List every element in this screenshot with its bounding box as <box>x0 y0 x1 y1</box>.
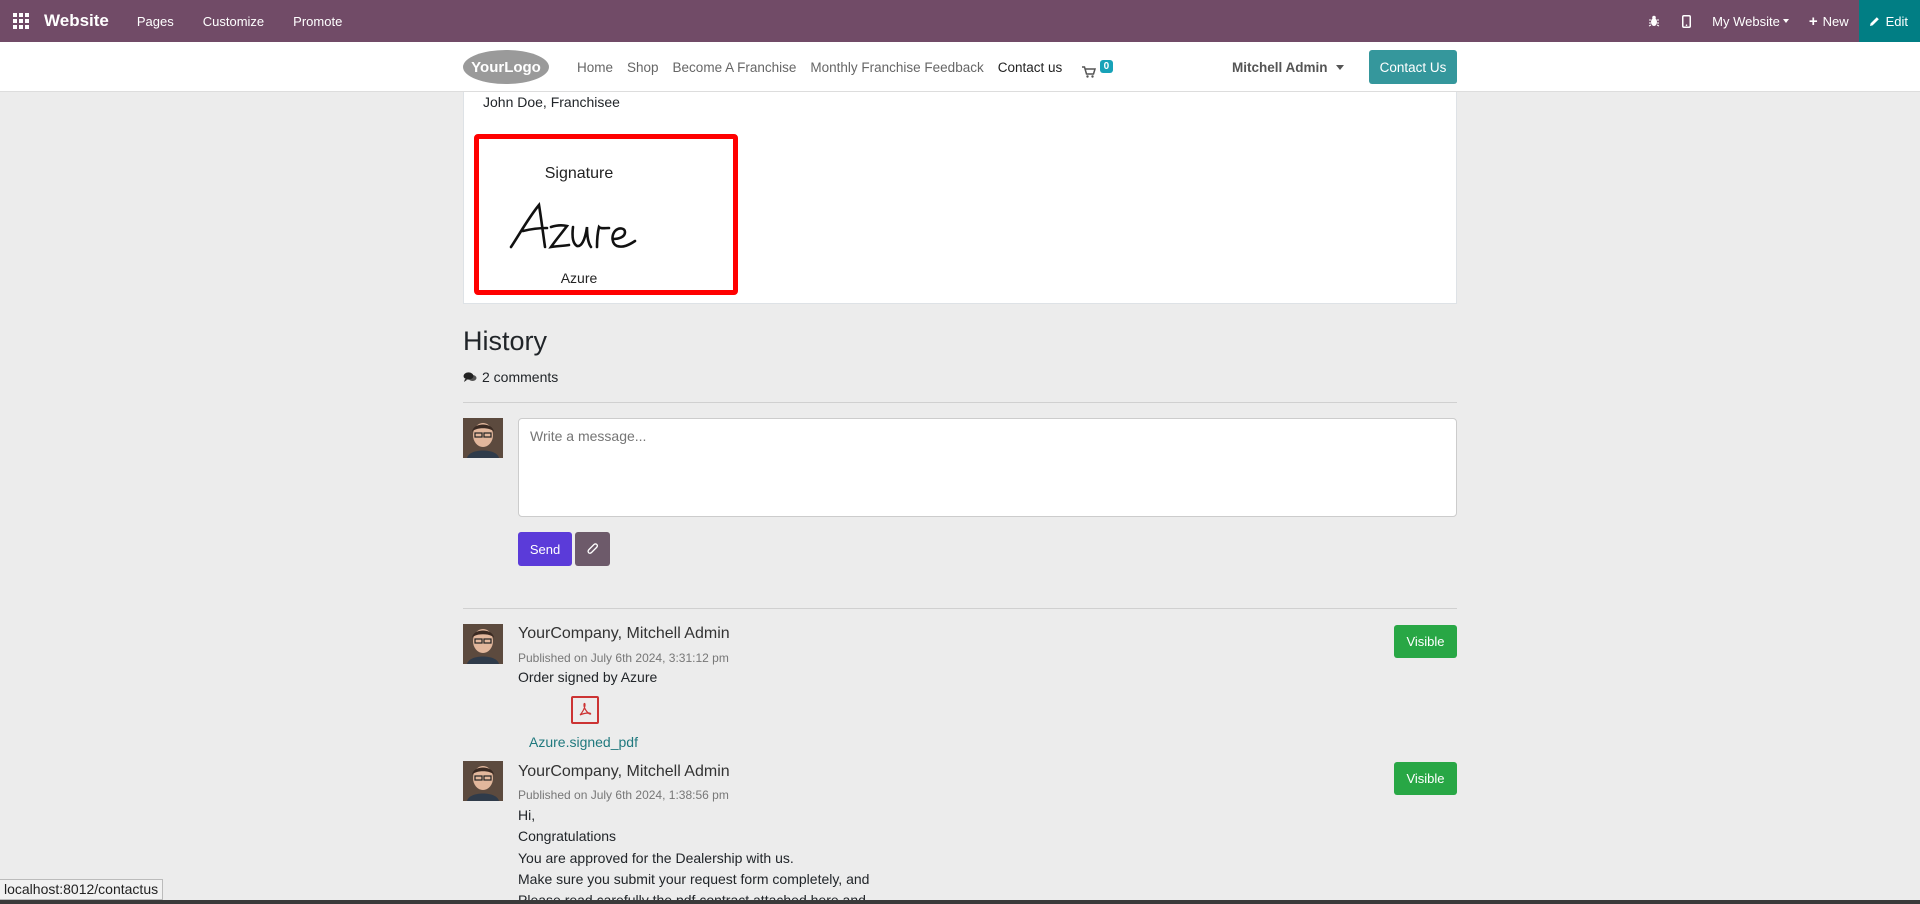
chevron-down-icon <box>1335 64 1344 70</box>
comments-icon <box>463 371 477 382</box>
nav-monthly-franchise-feedback[interactable]: Monthly Franchise Feedback <box>810 60 983 75</box>
website-header: YourLogo Home Shop Become A Franchise Mo… <box>0 42 1920 92</box>
signature-card: John Doe, Franchisee Signature Azure <box>463 92 1457 304</box>
visibility-toggle-button[interactable]: Visible <box>1394 625 1457 658</box>
message-body-line: Congratulations <box>518 828 617 844</box>
pdf-file-icon[interactable] <box>571 696 599 724</box>
mobile-preview-icon[interactable] <box>1670 0 1702 42</box>
message-date: Published on July 6th 2024, 3:31:12 pm <box>518 651 729 665</box>
comments-count: 2 comments <box>463 369 558 385</box>
message-input[interactable] <box>518 418 1457 517</box>
handwritten-signature-image <box>509 201 637 249</box>
shopping-cart-icon <box>1082 66 1097 78</box>
avatar <box>463 418 503 458</box>
send-button[interactable]: Send <box>518 532 572 566</box>
nav-shop[interactable]: Shop <box>627 60 659 75</box>
avatar <box>463 761 503 801</box>
site-logo[interactable]: YourLogo <box>463 50 549 84</box>
new-button-label: New <box>1822 13 1849 29</box>
divider <box>463 402 1457 403</box>
admin-navbar: Website Pages Customize Promote My Websi… <box>0 0 1920 42</box>
menu-pages[interactable]: Pages <box>137 14 174 29</box>
history-heading: History <box>463 326 548 356</box>
website-selector-label: My Website <box>1712 13 1780 29</box>
edit-button[interactable]: Edit <box>1858 0 1920 42</box>
bottom-edge <box>0 900 1920 904</box>
menu-promote[interactable]: Promote <box>293 14 342 29</box>
attach-file-button[interactable] <box>575 532 610 566</box>
nav-become-a-franchise[interactable]: Become A Franchise <box>673 60 797 75</box>
signer-line: John Doe, Franchisee <box>483 94 620 110</box>
app-name[interactable]: Website <box>44 11 109 31</box>
signature-title: Signature <box>544 165 614 182</box>
user-name: Mitchell Admin <box>1232 59 1328 75</box>
message-author: YourCompany, Mitchell Admin <box>518 625 730 642</box>
comments-count-label: 2 comments <box>482 369 559 385</box>
cart-link[interactable]: 0 <box>1082 52 1114 79</box>
debug-bug-icon[interactable] <box>1638 0 1670 42</box>
website-selector[interactable]: My Website <box>1702 0 1799 42</box>
message-body: Order signed by Azure <box>518 669 658 685</box>
divider <box>463 608 1457 609</box>
visibility-toggle-button[interactable]: Visible <box>1394 762 1457 795</box>
pencil-icon <box>1869 16 1879 26</box>
message-date: Published on July 6th 2024, 1:38:56 pm <box>518 788 729 802</box>
message-body-line: Hi, <box>518 807 536 823</box>
nav-home[interactable]: Home <box>577 60 613 75</box>
edit-button-label: Edit <box>1885 13 1908 29</box>
plus-icon: + <box>1808 12 1818 30</box>
contact-us-button[interactable]: Contact Us <box>1369 50 1457 84</box>
avatar <box>463 624 503 664</box>
main-navigation: Home Shop Become A Franchise Monthly Fra… <box>577 42 1076 92</box>
signature-highlight-box: Signature Azure <box>474 134 738 295</box>
message-body-line: You are approved for the Dealership with… <box>518 850 794 866</box>
paperclip-icon <box>586 542 598 554</box>
menu-customize[interactable]: Customize <box>203 14 264 29</box>
message-author: YourCompany, Mitchell Admin <box>518 763 730 780</box>
user-menu[interactable]: Mitchell Admin <box>1232 42 1344 92</box>
status-bar-url: localhost:8012/contactus <box>0 879 164 900</box>
cart-count-badge: 0 <box>1099 60 1114 73</box>
nav-contact-us[interactable]: Contact us <box>998 60 1063 75</box>
new-button[interactable]: + New <box>1799 0 1859 42</box>
message-body-line: Make sure you submit your request form c… <box>518 871 870 887</box>
attachment-link[interactable]: Azure.signed_pdf <box>529 734 638 750</box>
chevron-down-icon <box>1782 19 1789 23</box>
signature-name: Azure <box>560 270 598 286</box>
apps-menu-icon[interactable] <box>0 0 42 42</box>
